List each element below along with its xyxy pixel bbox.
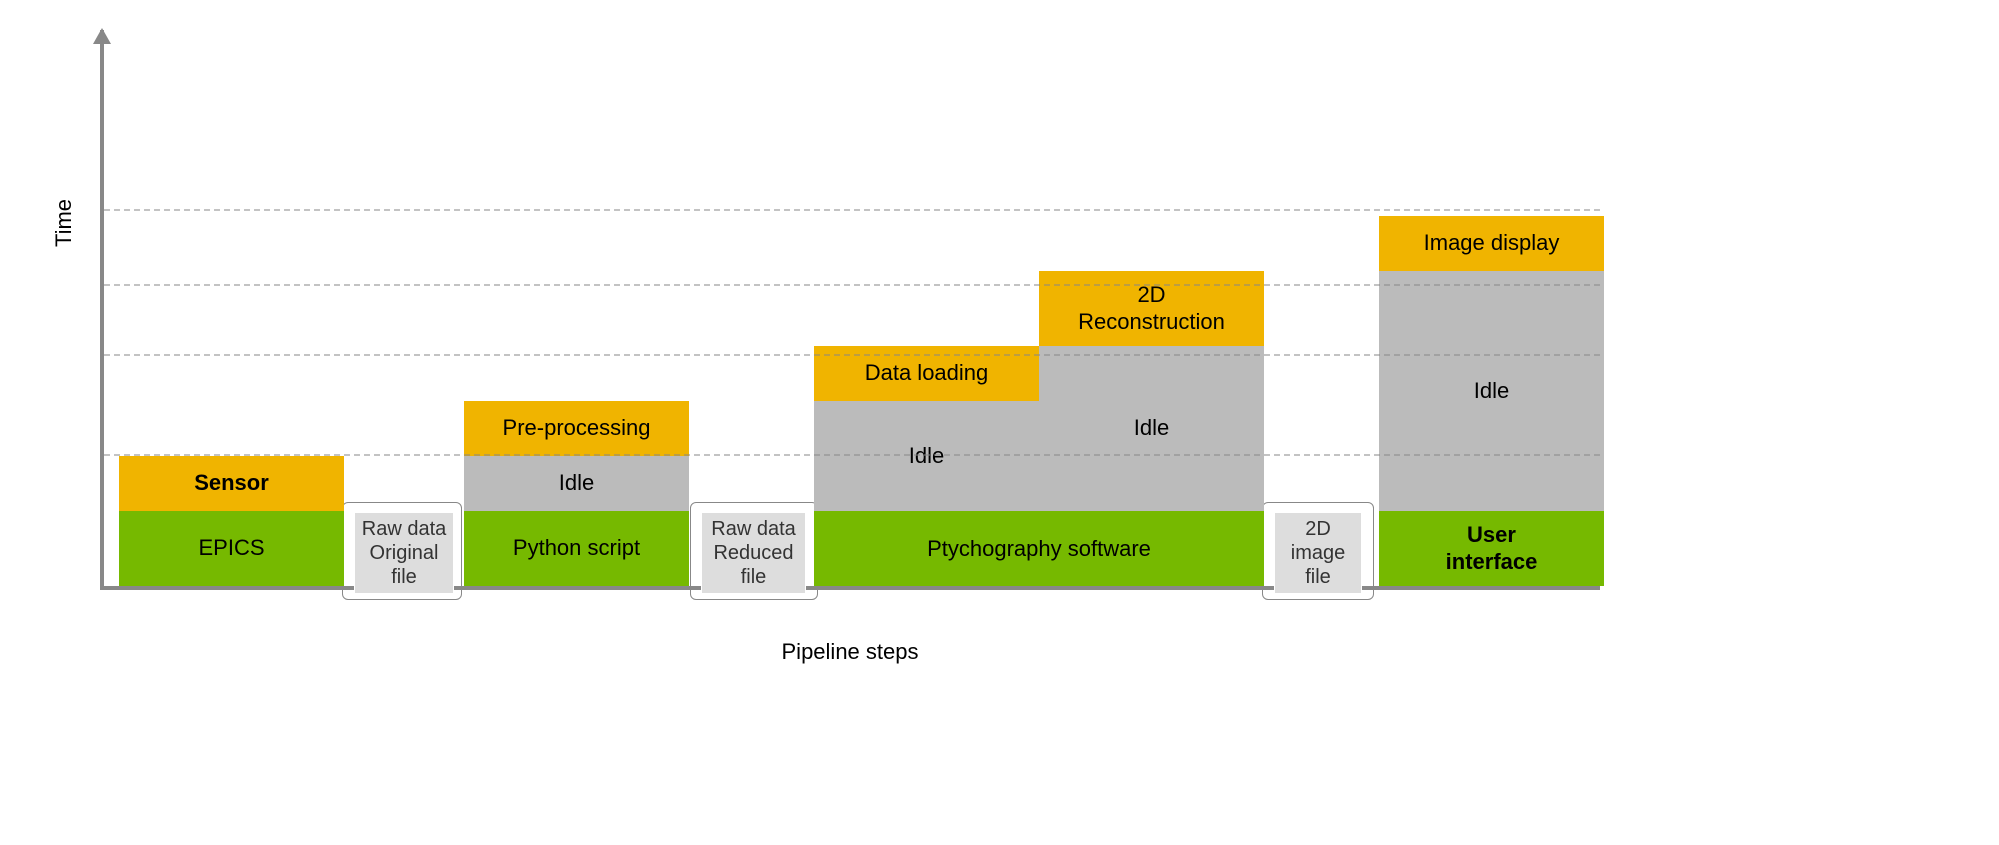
stage-segment: Idle bbox=[1379, 271, 1604, 511]
segment-label: Sensor bbox=[194, 470, 269, 496]
x-axis-line bbox=[100, 586, 1600, 590]
chart-container: Time Pipeline steps EPICSSensorPython sc… bbox=[80, 30, 1620, 620]
segment-label: Data loading bbox=[865, 360, 989, 386]
gridline bbox=[104, 284, 1600, 286]
file-box: Raw data Original file bbox=[354, 512, 454, 594]
file-box-label: Raw data Original file bbox=[362, 517, 447, 589]
plot-area: EPICS Sensor Python script Idle Pre-processi… bbox=[104, 60, 1600, 586]
pipeline-stage: EPICS Sensor bbox=[119, 456, 344, 586]
segment-label: 2D Reconstruction bbox=[1078, 282, 1225, 335]
stage-segment: Python script bbox=[464, 511, 689, 586]
pipeline-stage: Idle 2D Reconstruction bbox=[1039, 271, 1264, 586]
gridline bbox=[104, 354, 1600, 356]
stage-segment: Pre-processing bbox=[464, 401, 689, 456]
segment-label: Idle bbox=[559, 470, 594, 496]
file-box: 2D image file bbox=[1274, 512, 1362, 594]
file-box: Raw data Reduced file bbox=[701, 512, 806, 594]
stage-segment: Sensor bbox=[119, 456, 344, 511]
pipeline-stage: User interface Idle Image display bbox=[1379, 216, 1604, 586]
segment-label: Pre-processing bbox=[503, 415, 651, 441]
segment-label: Idle bbox=[1134, 415, 1169, 441]
segment-label: EPICS bbox=[198, 535, 264, 561]
stage-segment: Idle bbox=[1039, 346, 1264, 511]
stage-segment: EPICS bbox=[119, 511, 344, 586]
segment-label: Idle bbox=[1474, 378, 1509, 404]
gridline bbox=[104, 454, 1600, 456]
file-box-label: Raw data Reduced file bbox=[711, 517, 796, 589]
stage-segment: 2D Reconstruction bbox=[1039, 271, 1264, 346]
pipeline-stage: Python script Idle Pre-processing bbox=[464, 401, 689, 586]
stage-segment bbox=[814, 511, 1039, 586]
pipeline-stage: Idle Data loading bbox=[814, 346, 1039, 586]
gridline bbox=[104, 209, 1600, 211]
stage-segment: Idle bbox=[464, 456, 689, 511]
y-axis-label: Time bbox=[51, 199, 77, 247]
stage-segment: Idle bbox=[814, 401, 1039, 511]
stage-segment bbox=[1039, 511, 1264, 586]
segment-label: User interface bbox=[1446, 522, 1538, 575]
segment-label: Image display bbox=[1424, 230, 1560, 256]
stage-segment: Image display bbox=[1379, 216, 1604, 271]
x-axis-label: Pipeline steps bbox=[782, 639, 919, 665]
file-box-label: 2D image file bbox=[1291, 517, 1345, 589]
segment-label: Python script bbox=[513, 535, 640, 561]
stage-segment: User interface bbox=[1379, 511, 1604, 586]
